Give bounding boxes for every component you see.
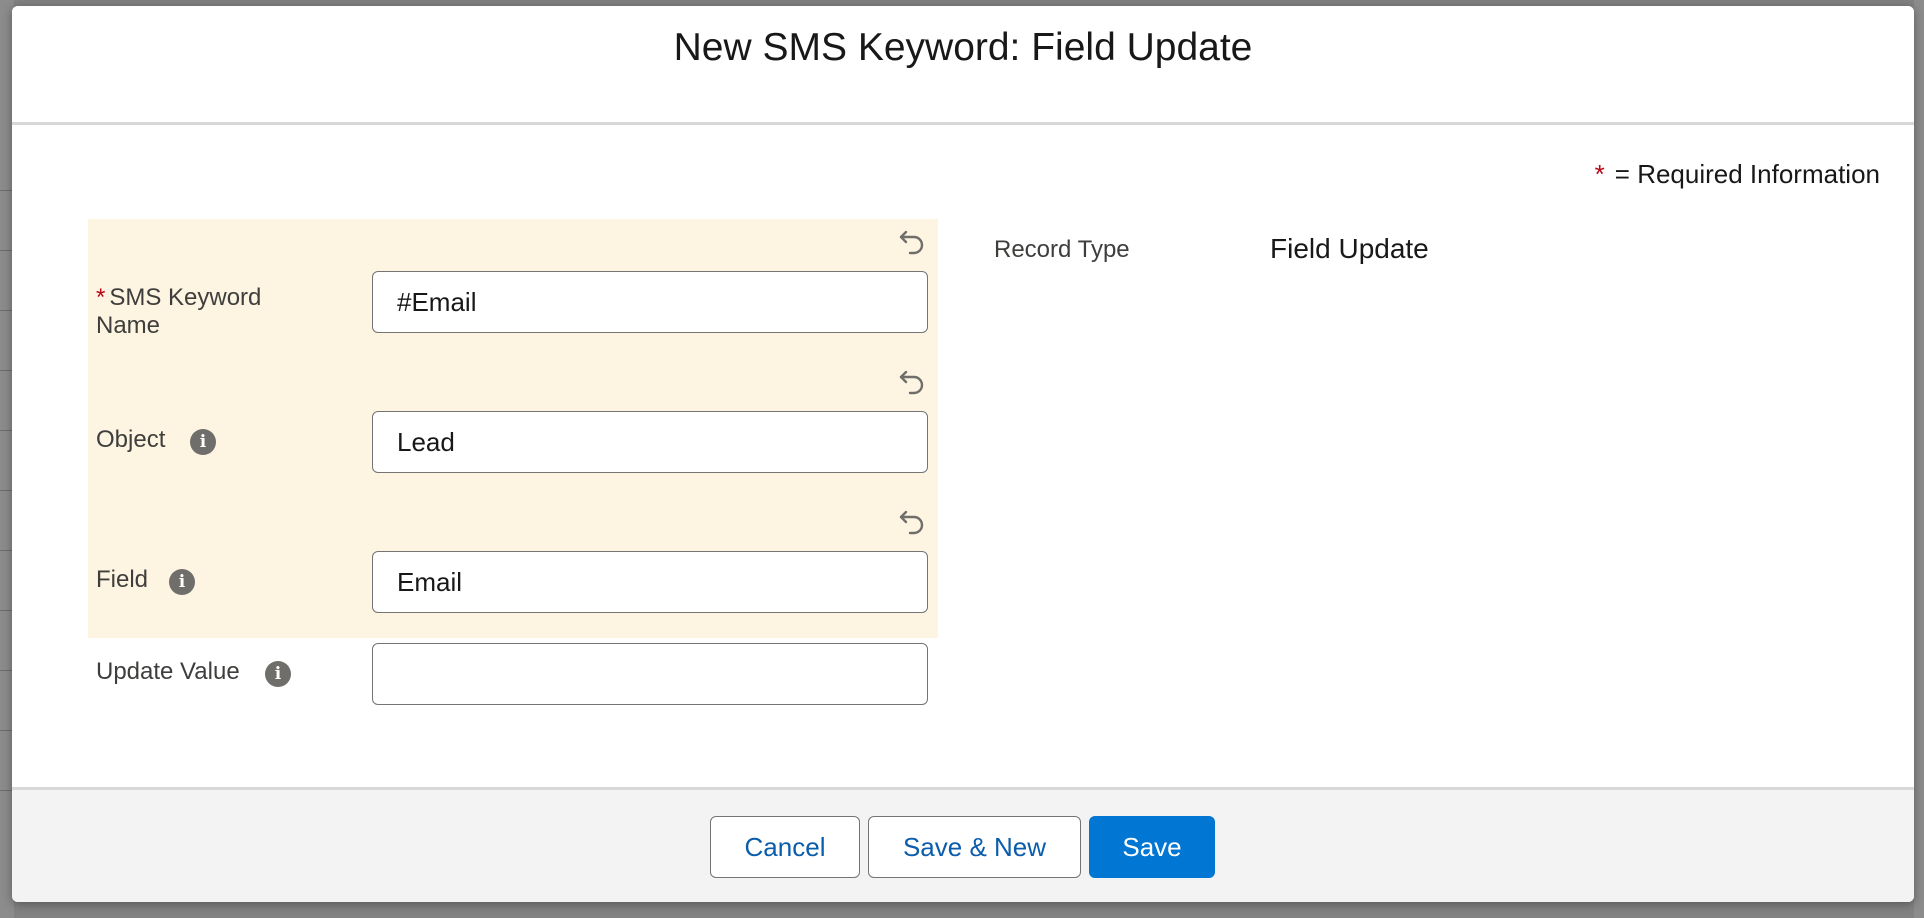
undo-icon[interactable] — [897, 226, 927, 256]
required-information-note: * = Required Information — [1595, 159, 1880, 190]
record-type-value: Field Update — [1270, 233, 1429, 264]
sms-keyword-name-input[interactable] — [372, 271, 928, 333]
background-divider — [0, 670, 12, 671]
info-icon[interactable]: i — [265, 661, 291, 687]
modal-footer: Cancel Save & New Save — [12, 787, 1914, 902]
sms-keyword-name-label: * SMS Keyword Name — [96, 284, 316, 340]
background-divider — [0, 490, 12, 491]
info-icon[interactable]: i — [169, 569, 195, 595]
info-icon[interactable]: i — [190, 429, 216, 455]
background-divider — [0, 790, 12, 791]
background-divider — [0, 250, 12, 251]
background-divider — [0, 310, 12, 311]
background-page-right — [1914, 0, 1924, 918]
undo-icon[interactable] — [897, 506, 927, 536]
sms-keyword-name-label-text: SMS Keyword Name — [96, 284, 262, 339]
update-value-input[interactable] — [372, 643, 928, 705]
background-divider — [0, 190, 12, 191]
background-divider — [0, 430, 12, 431]
background-divider — [0, 550, 12, 551]
required-information-text: = Required Information — [1614, 159, 1880, 189]
modal-header: New SMS Keyword: Field Update — [12, 6, 1914, 125]
required-marker: * — [96, 284, 106, 311]
update-value-label: Update Value — [96, 658, 240, 685]
undo-icon[interactable] — [897, 366, 927, 396]
new-sms-keyword-modal: New SMS Keyword: Field Update * = Require… — [12, 6, 1914, 902]
field-label: Field — [96, 566, 149, 593]
modal-title: New SMS Keyword: Field Update — [673, 25, 1253, 69]
record-type-label: Record Type — [994, 236, 1130, 263]
object-label: Object — [96, 426, 166, 453]
background-divider — [0, 610, 12, 611]
save-button[interactable]: Save — [1089, 816, 1215, 878]
required-marker: * — [1594, 159, 1605, 189]
cancel-button[interactable]: Cancel — [710, 816, 860, 878]
background-divider — [0, 730, 12, 731]
background-divider — [0, 370, 12, 371]
field-input[interactable] — [372, 551, 928, 613]
save-and-new-button[interactable]: Save & New — [868, 816, 1081, 878]
object-input[interactable] — [372, 411, 928, 473]
